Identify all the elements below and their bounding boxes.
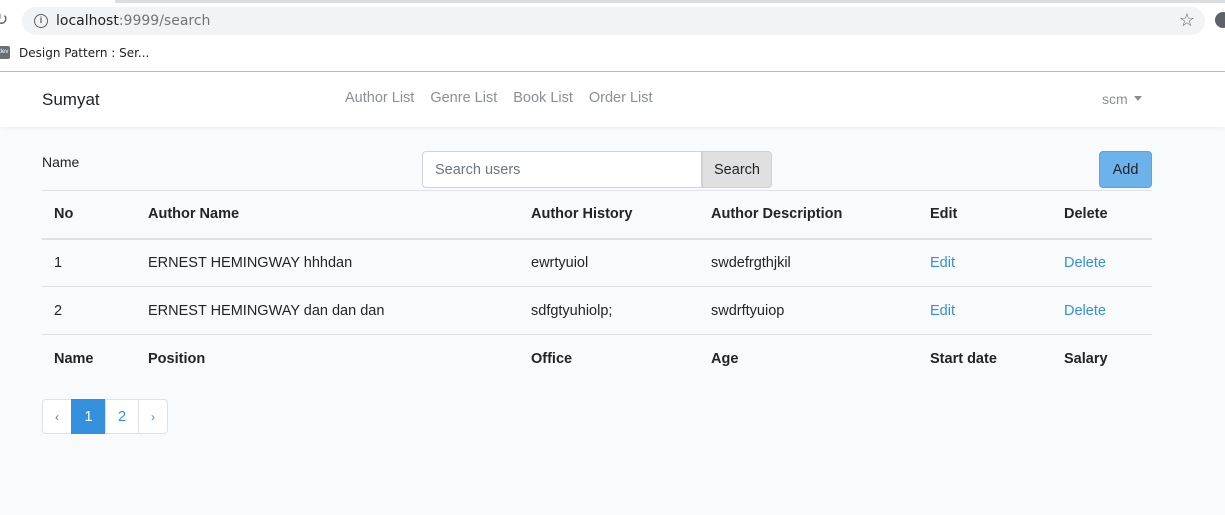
page-next-button[interactable]: ›: [138, 399, 168, 434]
delete-link[interactable]: Delete: [1064, 303, 1106, 319]
edit-cell: Edit: [918, 238, 1052, 287]
search-input[interactable]: [422, 151, 702, 188]
page-1-button[interactable]: 1: [71, 399, 106, 434]
header-author-description: Author Description: [699, 190, 918, 240]
address-bar[interactable]: i localhost:9999/search ☆: [22, 7, 1205, 35]
nav-book-list[interactable]: Book List: [513, 90, 573, 106]
row-author-description: swdefrgthjkil: [699, 238, 918, 287]
footer-office: Office: [519, 334, 699, 383]
url-path: :9999/search: [118, 13, 211, 29]
url-text[interactable]: localhost:9999/search: [56, 13, 210, 29]
bookmark-link[interactable]: Design Pattern : Ser...: [19, 46, 149, 60]
info-icon[interactable]: i: [34, 14, 48, 28]
row-no: 2: [42, 286, 136, 335]
row-author-description: swdrftyuiop: [699, 286, 918, 335]
row-author-name: ERNEST HEMINGWAY hhhdan: [136, 238, 519, 287]
brand-logo[interactable]: Sumyat: [42, 90, 100, 110]
page-2-button[interactable]: 2: [105, 399, 139, 434]
header-author-name: Author Name: [136, 190, 519, 240]
caret-down-icon: [1133, 96, 1142, 101]
user-name: scm: [1102, 91, 1128, 107]
footer-name: Name: [42, 334, 136, 383]
nav-links: Author List Genre List Book List Order L…: [345, 90, 669, 106]
footer-salary: Salary: [1052, 334, 1152, 383]
bookmark-favicon-icon: dev: [0, 46, 10, 59]
table-footer-row: Name Position Office Age Start date Sala…: [42, 334, 1152, 383]
delete-cell: Delete: [1052, 238, 1152, 287]
name-label: Name: [42, 154, 80, 170]
table-row: 2 ERNEST HEMINGWAY dan dan dan sdfgtyuhi…: [42, 286, 1152, 335]
footer-start-date: Start date: [918, 334, 1052, 383]
edit-cell: Edit: [918, 286, 1052, 335]
reload-icon[interactable]: ↻: [0, 10, 12, 30]
table-row: 1 ERNEST HEMINGWAY hhhdan ewrtyuiol swde…: [42, 238, 1152, 287]
row-author-history: sdfgtyuhiolp;: [519, 286, 699, 335]
row-no: 1: [42, 238, 136, 287]
profile-icon[interactable]: [1215, 12, 1225, 28]
header-author-history: Author History: [519, 190, 699, 240]
header-delete: Delete: [1052, 190, 1152, 240]
header-edit: Edit: [918, 190, 1052, 240]
pagination: ‹ 1 2 ›: [42, 399, 168, 434]
search-button[interactable]: Search: [702, 151, 772, 188]
footer-age: Age: [699, 334, 918, 383]
table-header-row: No Author Name Author History Author Des…: [42, 190, 1152, 240]
nav-order-list[interactable]: Order List: [589, 90, 653, 106]
row-author-name: ERNEST HEMINGWAY dan dan dan: [136, 286, 519, 335]
bookmark-star-icon[interactable]: ☆: [1179, 10, 1195, 31]
nav-genre-list[interactable]: Genre List: [430, 90, 497, 106]
edit-link[interactable]: Edit: [930, 255, 955, 271]
nav-author-list[interactable]: Author List: [345, 90, 414, 106]
edit-link[interactable]: Edit: [930, 303, 955, 319]
page-prev-button[interactable]: ‹: [42, 399, 72, 434]
url-host: localhost: [56, 13, 119, 29]
footer-position: Position: [136, 334, 519, 383]
header-no: No: [42, 190, 136, 240]
app-navbar: Sumyat Author List Genre List Book List …: [0, 72, 1225, 127]
row-author-history: ewrtyuiol: [519, 238, 699, 287]
user-dropdown[interactable]: scm: [1102, 91, 1142, 107]
author-table: No Author Name Author History Author Des…: [42, 190, 1152, 383]
delete-cell: Delete: [1052, 286, 1152, 335]
delete-link[interactable]: Delete: [1064, 255, 1106, 271]
tab-strip-edge: [115, 0, 1225, 3]
add-button[interactable]: Add: [1099, 151, 1152, 188]
browser-chrome: ↻ i localhost:9999/search ☆ dev Design P…: [0, 0, 1225, 72]
